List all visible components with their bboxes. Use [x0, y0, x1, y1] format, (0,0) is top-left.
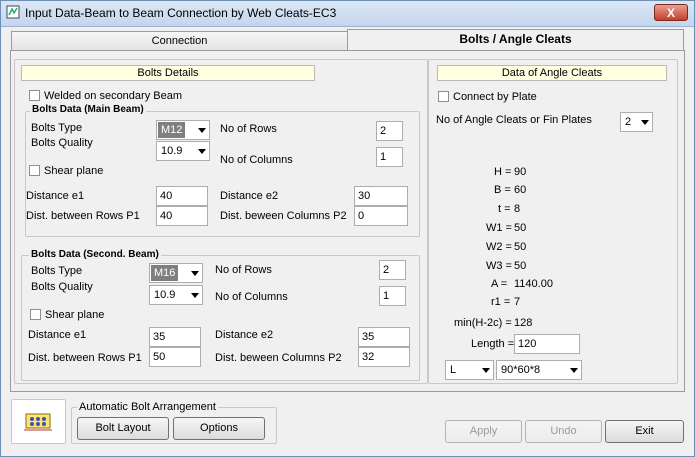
second-e2-input[interactable]: 35 — [358, 327, 410, 347]
auto-arrangement-label: Automatic Bolt Arrangement — [77, 401, 218, 413]
main-bolts-type-value: M12 — [158, 122, 186, 138]
length-label: Length = — [471, 338, 515, 350]
apply-button[interactable]: Apply — [445, 420, 522, 443]
main-p1-label: Dist. between Rows P1 — [26, 210, 140, 222]
second-bolts-type-label: Bolts Type — [31, 265, 83, 277]
prop-w3-value: 50 — [514, 260, 527, 272]
main-p2-label: Dist. beween Columns P2 — [220, 210, 347, 222]
prop-w2-value: 50 — [514, 241, 527, 253]
second-bolts-type-value: M16 — [151, 265, 179, 281]
prop-w1-label: W1 = — [486, 222, 512, 234]
title-bar: Input Data-Beam to Beam Connection by We… — [1, 1, 694, 27]
main-bolts-type-select[interactable]: M12 — [156, 120, 210, 140]
main-rows-input[interactable]: 2 — [376, 121, 403, 141]
section-value: 90*60*8 — [501, 364, 541, 376]
main-e2-label: Distance e2 — [220, 190, 279, 202]
prop-a-value: 1140.00 — [514, 278, 553, 290]
options-button[interactable]: Options — [173, 417, 265, 440]
num-cleats-value: 2 — [625, 116, 632, 128]
bolt-preview-box — [11, 399, 66, 444]
minh-label: min(H-2c) = — [454, 317, 512, 329]
close-button[interactable]: X — [654, 4, 688, 21]
prop-h-label: H = — [494, 166, 512, 178]
main-bolts-quality-value: 10.9 — [161, 145, 183, 157]
second-rows-input[interactable]: 2 — [379, 260, 406, 280]
second-bolts-type-select[interactable]: M16 — [149, 263, 203, 283]
tab-bolts-angle-cleats[interactable]: Bolts / Angle Cleats — [347, 29, 684, 51]
minh-value: 128 — [514, 317, 533, 329]
chevron-down-icon — [570, 368, 578, 373]
length-input[interactable]: 120 — [514, 334, 580, 354]
chevron-down-icon — [482, 368, 490, 373]
dialog-window: Input Data-Beam to Beam Connection by We… — [0, 0, 695, 457]
prop-h-value: 90 — [514, 166, 527, 178]
second-bolts-quality-value: 10.9 — [154, 289, 176, 301]
prop-r1-value: 7 — [514, 296, 521, 308]
main-e1-input[interactable]: 40 — [156, 186, 208, 206]
second-bolts-quality-select[interactable]: 10.9 — [149, 285, 203, 305]
prop-b-label: B = — [494, 184, 511, 196]
exit-button[interactable]: Exit — [605, 420, 684, 443]
main-rows-label: No of Rows — [220, 123, 277, 135]
window-title: Input Data-Beam to Beam Connection by We… — [25, 6, 337, 20]
section-select[interactable]: 90*60*8 — [496, 360, 582, 380]
angle-cleats-header: Data of Angle Cleats — [437, 65, 667, 81]
connect-plate-checkbox[interactable] — [438, 91, 449, 102]
bolts-details-header: Bolts Details — [21, 65, 315, 81]
chevron-down-icon — [641, 120, 649, 125]
second-e2-label: Distance e2 — [215, 329, 274, 341]
second-shear-label: Shear plane — [45, 309, 105, 321]
second-rows-label: No of Rows — [215, 264, 272, 276]
num-cleats-label: No of Angle Cleats or Fin Plates — [436, 114, 592, 126]
prop-w3-label: W3 = — [486, 260, 512, 272]
main-bolts-quality-select[interactable]: 10.9 — [156, 141, 210, 161]
prop-t-value: 8 — [514, 203, 521, 215]
welded-checkbox[interactable] — [29, 90, 40, 101]
second-e1-label: Distance e1 — [28, 329, 87, 341]
prop-b-value: 60 — [514, 184, 527, 196]
chevron-down-icon — [198, 128, 206, 133]
second-cols-label: No of Columns — [215, 291, 288, 303]
bolt-layout-icon — [24, 413, 52, 431]
welded-label: Welded on secondary Beam — [44, 90, 182, 102]
prop-t-label: t = — [498, 203, 511, 215]
chevron-down-icon — [191, 271, 199, 276]
app-icon — [6, 5, 20, 19]
main-shear-label: Shear plane — [44, 165, 104, 177]
main-shear-checkbox[interactable] — [29, 165, 40, 176]
bolt-layout-button[interactable]: Bolt Layout — [77, 417, 169, 440]
main-bolts-type-label: Bolts Type — [31, 122, 83, 134]
second-shear-checkbox[interactable] — [30, 309, 41, 320]
second-p1-input[interactable]: 50 — [149, 347, 201, 367]
main-p2-input[interactable]: 0 — [354, 206, 408, 226]
second-p2-input[interactable]: 32 — [358, 347, 410, 367]
second-beam-title: Bolts Data (Second. Beam) — [29, 249, 161, 260]
connect-plate-label: Connect by Plate — [453, 91, 537, 103]
main-bolts-quality-label: Bolts Quality — [31, 137, 93, 149]
prop-w1-value: 50 — [514, 222, 527, 234]
chevron-down-icon — [198, 149, 206, 154]
main-e2-input[interactable]: 30 — [354, 186, 408, 206]
prop-r1-label: r1 = — [491, 296, 511, 308]
tab-connection[interactable]: Connection — [11, 31, 348, 51]
second-p1-label: Dist. between Rows P1 — [28, 352, 142, 364]
shape-value: L — [450, 364, 457, 376]
chevron-down-icon — [191, 293, 199, 298]
second-p2-label: Dist. beween Columns P2 — [215, 352, 342, 364]
num-cleats-select[interactable]: 2 — [620, 112, 653, 132]
shape-select[interactable]: L — [445, 360, 494, 380]
main-e1-label: Distance e1 — [26, 190, 85, 202]
main-cols-label: No of Columns — [220, 154, 293, 166]
main-p1-input[interactable]: 40 — [156, 206, 208, 226]
second-e1-input[interactable]: 35 — [149, 327, 201, 347]
undo-button[interactable]: Undo — [525, 420, 602, 443]
prop-w2-label: W2 = — [486, 241, 512, 253]
second-bolts-quality-label: Bolts Quality — [31, 281, 93, 293]
prop-a-label: A = — [491, 278, 508, 290]
second-cols-input[interactable]: 1 — [379, 286, 406, 306]
main-beam-title: Bolts Data (Main Beam) — [30, 104, 146, 115]
main-cols-input[interactable]: 1 — [376, 147, 403, 167]
